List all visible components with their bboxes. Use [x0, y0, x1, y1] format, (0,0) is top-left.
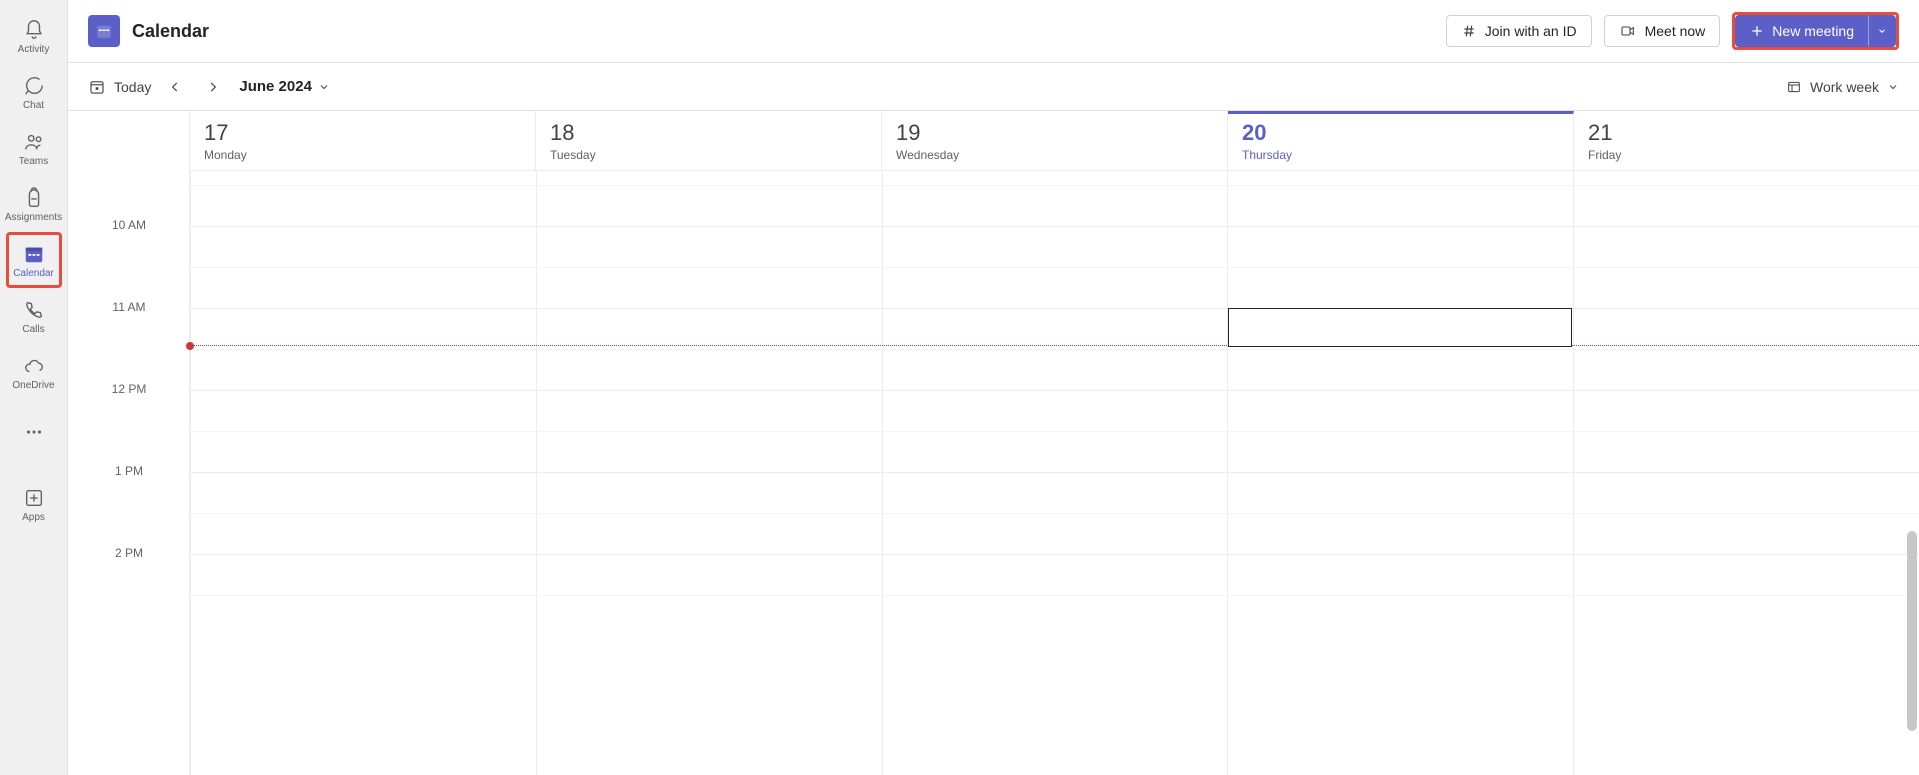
rail-chat-label: Chat: [23, 100, 44, 111]
rail-activity[interactable]: Activity: [6, 8, 62, 64]
calendar-view-icon: [1786, 79, 1802, 95]
chat-icon: [22, 74, 46, 98]
hash-icon: [1461, 23, 1477, 39]
chevron-down-icon: [318, 81, 330, 93]
month-label: June 2024: [239, 78, 312, 95]
apps-icon: [22, 486, 46, 510]
day-number: 20: [1242, 120, 1559, 146]
current-time-indicator: [190, 345, 1919, 346]
hour-label: 1 PM: [68, 464, 190, 478]
day-name: Wednesday: [896, 148, 1213, 162]
people-icon: [22, 130, 46, 154]
day-number: 19: [896, 120, 1213, 146]
prev-week-button[interactable]: [161, 73, 189, 101]
hour-label: 12 PM: [68, 382, 190, 396]
meet-now-button[interactable]: Meet now: [1604, 15, 1721, 47]
rail-assignments-label: Assignments: [5, 212, 62, 223]
meet-now-label: Meet now: [1645, 23, 1706, 39]
rail-calls-label: Calls: [22, 324, 44, 335]
rail-onedrive-label: OneDrive: [12, 380, 54, 391]
rail-assignments[interactable]: Assignments: [6, 176, 62, 232]
hour-label: 10 AM: [68, 218, 190, 232]
rail-chat[interactable]: Chat: [6, 64, 62, 120]
today-button[interactable]: Today: [88, 78, 151, 96]
rail-teams[interactable]: Teams: [6, 120, 62, 176]
hour-label: 11 AM: [68, 300, 190, 314]
bell-icon: [22, 18, 46, 42]
selected-time-slot[interactable]: [1228, 308, 1572, 347]
calendar-body[interactable]: 10 AM 11 AM 12 PM 1 PM 2 PM: [68, 171, 1919, 775]
today-label: Today: [114, 79, 151, 95]
rail-calendar-label: Calendar: [13, 268, 54, 279]
view-switcher[interactable]: Work week: [1786, 79, 1899, 95]
rail-activity-label: Activity: [18, 44, 50, 55]
ellipsis-icon: [22, 420, 46, 444]
page-header: Calendar Join with an ID Meet now: [68, 0, 1919, 63]
calendar-toolbar: Today June 2024 Work week: [68, 63, 1919, 111]
calendar-today-icon: [88, 78, 106, 96]
day-name: Tuesday: [550, 148, 867, 162]
rail-onedrive[interactable]: OneDrive: [6, 344, 62, 400]
calendar-app-icon: [88, 15, 120, 47]
plus-icon: [1750, 24, 1764, 38]
new-meeting-label: New meeting: [1772, 23, 1854, 39]
day-name: Thursday: [1242, 148, 1559, 162]
cloud-icon: [22, 354, 46, 378]
hour-label: 2 PM: [68, 546, 190, 560]
app-rail: Activity Chat Teams Assignments Calendar: [0, 0, 68, 775]
month-picker[interactable]: June 2024: [239, 78, 330, 95]
new-meeting-highlight: New meeting: [1732, 12, 1899, 50]
backpack-icon: [22, 186, 46, 210]
day-number: 17: [204, 120, 521, 146]
rail-calls[interactable]: Calls: [6, 288, 62, 344]
next-week-button[interactable]: [199, 73, 227, 101]
video-icon: [1619, 23, 1637, 39]
day-header[interactable]: 17 Monday: [190, 111, 536, 170]
new-meeting-caret[interactable]: [1868, 15, 1896, 47]
chevron-down-icon: [1887, 81, 1899, 93]
rail-teams-label: Teams: [19, 156, 48, 167]
day-header[interactable]: 19 Wednesday: [882, 111, 1228, 170]
new-meeting-button[interactable]: New meeting: [1735, 15, 1868, 47]
day-header[interactable]: 20 Thursday: [1228, 111, 1574, 170]
join-with-id-button[interactable]: Join with an ID: [1446, 15, 1592, 47]
calendar-grid: 17 Monday 18 Tuesday 19 Wednesday 20 Thursday 21…: [68, 111, 1919, 775]
rail-apps[interactable]: Apps: [6, 476, 62, 532]
rail-more[interactable]: [6, 404, 62, 460]
rail-calendar[interactable]: Calendar: [6, 232, 62, 288]
rail-apps-label: Apps: [22, 512, 45, 523]
page-title: Calendar: [132, 21, 209, 42]
join-with-id-label: Join with an ID: [1485, 23, 1577, 39]
view-label: Work week: [1810, 79, 1879, 95]
day-number: 18: [550, 120, 867, 146]
day-number: 21: [1588, 120, 1905, 146]
day-name: Monday: [204, 148, 521, 162]
day-header[interactable]: 18 Tuesday: [536, 111, 882, 170]
phone-icon: [22, 298, 46, 322]
day-header[interactable]: 21 Friday: [1574, 111, 1919, 170]
calendar-icon: [22, 242, 46, 266]
day-name: Friday: [1588, 148, 1905, 162]
scrollbar[interactable]: [1907, 531, 1917, 731]
